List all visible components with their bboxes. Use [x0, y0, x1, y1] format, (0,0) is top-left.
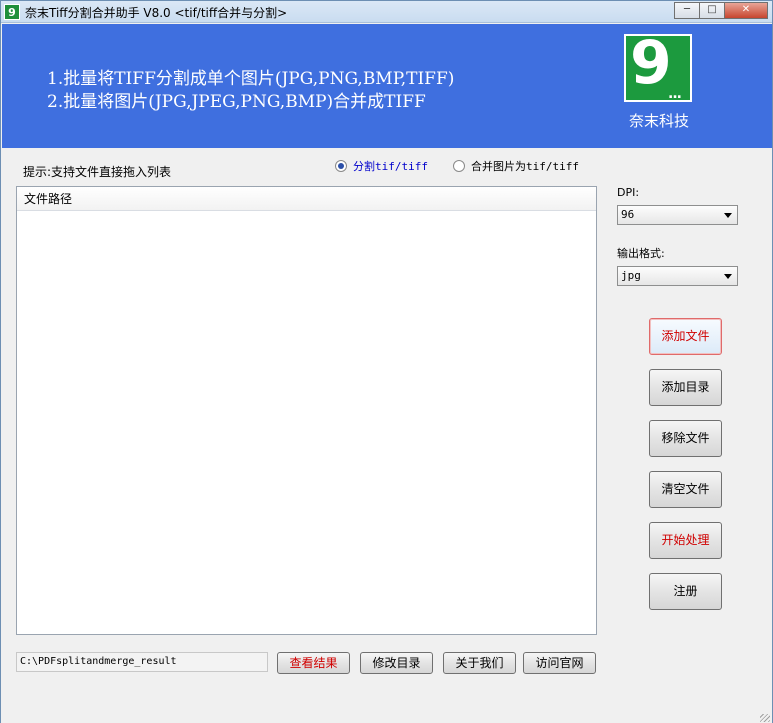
add-directory-button[interactable]: 添加目录 [649, 369, 722, 406]
company-logo-icon: 9 ... [624, 28, 692, 102]
maximize-button[interactable]: □ [699, 2, 725, 19]
resize-grip-icon[interactable] [760, 714, 770, 722]
dpi-label: DPI: [617, 186, 640, 199]
app-logo-icon: 9 [4, 4, 20, 20]
view-result-button[interactable]: 查看结果 [277, 652, 350, 674]
output-path-field[interactable]: C:\PDFsplitandmerge_result [16, 652, 268, 672]
visit-website-button[interactable]: 访问官网 [523, 652, 596, 674]
mode-split-label[interactable]: 分割tif/tiff [353, 158, 428, 174]
close-button[interactable]: ✕ [724, 2, 768, 19]
add-file-button[interactable]: 添加文件 [649, 318, 722, 355]
dpi-value: 96 [621, 208, 635, 221]
minimize-button[interactable]: ─ [674, 2, 700, 19]
output-format-select[interactable]: jpg [617, 266, 738, 286]
change-directory-button[interactable]: 修改目录 [360, 652, 433, 674]
title-bar[interactable]: 9 奈末Tiff分割合并助手 V8.0 <tif/tiff合并与分割> ─ □ … [1, 1, 772, 23]
feature-line-1: 1.批量将TIFF分割成单个图片(JPG,PNG,BMP,TIFF) [47, 69, 455, 89]
dpi-select[interactable]: 96 [617, 205, 738, 225]
app-window: 9 奈末Tiff分割合并助手 V8.0 <tif/tiff合并与分割> ─ □ … [0, 0, 773, 723]
mode-split-radio[interactable]: 分割tif/tiff [335, 158, 428, 174]
radio-unchecked-icon[interactable] [453, 160, 465, 172]
mode-merge-radio[interactable]: 合并图片为tif/tiff [453, 158, 579, 174]
window-controls: ─ □ ✕ [674, 2, 768, 19]
header-banner: 1.批量将TIFF分割成单个图片(JPG,PNG,BMP,TIFF) 2.批量将… [2, 24, 772, 148]
output-format-value: jpg [621, 269, 641, 282]
register-button[interactable]: 注册 [649, 573, 722, 610]
status-bar [1, 713, 772, 723]
feature-line-2: 2.批量将图片(JPG,JPEG,PNG,BMP)合并成TIFF [47, 92, 426, 112]
logo-dots: ... [668, 86, 682, 102]
about-us-button[interactable]: 关于我们 [443, 652, 516, 674]
start-processing-button[interactable]: 开始处理 [649, 522, 722, 559]
mode-merge-label[interactable]: 合并图片为tif/tiff [471, 158, 579, 174]
drag-drop-hint: 提示:支持文件直接拖入列表 [23, 165, 172, 179]
window-title: 奈末Tiff分割合并助手 V8.0 <tif/tiff合并与分割> [25, 6, 288, 20]
output-format-label: 输出格式: [617, 247, 665, 260]
clear-files-button[interactable]: 清空文件 [649, 471, 722, 508]
file-list[interactable]: 文件路径 [16, 186, 597, 635]
radio-checked-icon[interactable] [335, 160, 347, 172]
remove-file-button[interactable]: 移除文件 [649, 420, 722, 457]
file-path-column-header[interactable]: 文件路径 [17, 187, 596, 211]
chevron-down-icon[interactable] [724, 274, 732, 279]
chevron-down-icon[interactable] [724, 213, 732, 218]
company-name: 奈末科技 [628, 112, 689, 130]
logo-nine: 9 [630, 28, 672, 98]
